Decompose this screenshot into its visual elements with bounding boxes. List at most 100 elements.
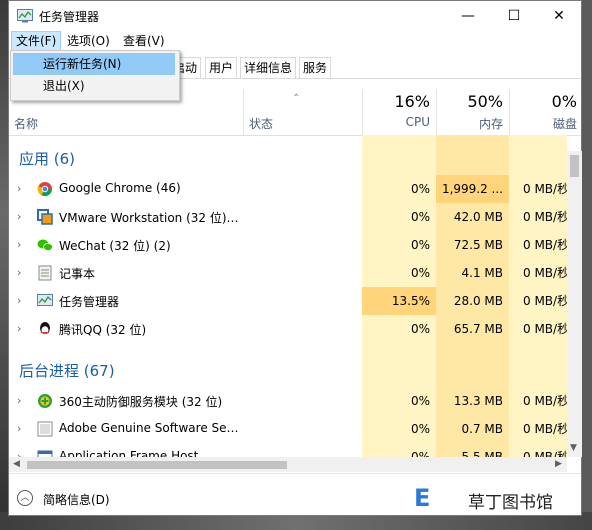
process-row[interactable]: › Adobe Genuine Software Ser... 0% 0.7 MB 0 … [9, 415, 567, 443]
fewer-details-button[interactable]: 简略信息(D) [43, 491, 110, 508]
disk-cell [509, 347, 567, 387]
process-row[interactable]: › Google Chrome (46) 0% 1,999.2 ... 0 MB/秒 [9, 175, 567, 203]
process-name: Google Chrome (46) [59, 181, 181, 195]
sort-caret-icon: ⌃ [292, 93, 301, 104]
column-divider [243, 89, 244, 135]
app-frame-icon [37, 450, 53, 457]
chevron-up-icon[interactable]: ︿ [17, 490, 33, 506]
memory-cell: 0.7 MB [436, 415, 509, 443]
process-name: WeChat (32 位) (2) [59, 239, 171, 253]
watermark-text: 草丁图书馆 [468, 493, 553, 513]
vertical-scrollbar[interactable]: ▼ [567, 151, 582, 457]
title-bar[interactable]: 任务管理器 — ☐ ✕ [9, 1, 581, 31]
chevron-right-icon[interactable]: › [17, 422, 21, 435]
process-row[interactable]: › WeChat (32 位) (2) 0% 72.5 MB 0 MB/秒 [9, 231, 567, 259]
exit-item[interactable]: 退出(X) [13, 75, 175, 97]
process-name: Adobe Genuine Software Ser... [59, 421, 239, 435]
memory-cell: 4.1 MB [436, 259, 509, 287]
horizontal-scrollbar[interactable]: ◀ ▶ [9, 457, 567, 472]
process-name: 任务管理器 [59, 295, 120, 309]
close-button[interactable]: ✕ [536, 1, 582, 31]
cpu-cell [362, 135, 436, 175]
cpu-cell: 0% [362, 315, 436, 343]
minimize-icon: — [461, 8, 475, 24]
cpu-cell: 0% [362, 387, 436, 415]
scroll-left-icon[interactable]: ◀ [13, 459, 20, 469]
cpu-percent: 16% [394, 92, 430, 111]
360-icon [38, 394, 52, 408]
memory-cell: 5.5 MB [436, 443, 509, 457]
tab-details[interactable]: 详细信息 [240, 57, 297, 78]
menu-file[interactable]: 文件(F) [11, 31, 62, 51]
process-row[interactable]: › VMware Workstation (32 位) ... 0% 42.0 MB 0… [9, 203, 567, 231]
chevron-right-icon[interactable]: › [17, 294, 21, 307]
group-header[interactable]: 后台进程 (67) [9, 347, 567, 387]
chevron-right-icon[interactable]: › [17, 450, 21, 457]
column-name[interactable]: 名称 [14, 115, 38, 132]
scroll-right-icon[interactable]: ▶ [555, 459, 562, 469]
chevron-right-icon[interactable]: › [17, 238, 21, 251]
qq-icon [40, 322, 50, 334]
column-status[interactable]: 状态 [249, 115, 273, 132]
process-row[interactable]: › 360主动防御服务模块 (32 位) 0% 13.3 MB 0 MB/秒 [9, 387, 567, 415]
disk-cell [509, 135, 567, 175]
memory-percent: 50% [467, 92, 503, 111]
cpu-cell: 13.5% [362, 287, 436, 315]
disk-cell: 0 MB/秒 [509, 315, 567, 343]
memory-cell [436, 347, 509, 387]
menu-options[interactable]: 选项(O) [63, 32, 114, 50]
scroll-down-icon[interactable]: ▼ [570, 443, 577, 453]
memory-cell: 42.0 MB [436, 203, 509, 231]
close-icon: ✕ [553, 8, 565, 24]
chevron-right-icon[interactable]: › [17, 210, 21, 223]
disk-cell: 0 MB/秒 [509, 175, 567, 203]
process-name: 腾讯QQ (32 位) [59, 323, 147, 337]
disk-percent: 0% [551, 92, 577, 111]
maximize-icon: ☐ [507, 8, 521, 24]
disk-cell: 0 MB/秒 [509, 415, 567, 443]
vertical-scroll-thumb[interactable] [570, 155, 579, 177]
chevron-right-icon[interactable]: › [17, 266, 21, 279]
chrome-icon [37, 182, 52, 196]
column-disk[interactable]: 磁盘 [511, 115, 577, 132]
horizontal-scroll-thumb[interactable] [27, 461, 287, 469]
cpu-cell: 0% [362, 175, 436, 203]
maximize-button[interactable]: ☐ [491, 1, 537, 31]
disk-cell: 0 MB/秒 [509, 443, 567, 457]
cpu-cell: 0% [362, 231, 436, 259]
process-name: 360主动防御服务模块 (32 位) [59, 395, 223, 409]
group-title: 应用 (6) [19, 150, 76, 168]
group-header[interactable]: 应用 (6) [9, 135, 567, 175]
chevron-right-icon[interactable]: › [17, 322, 21, 335]
chevron-right-icon[interactable]: › [17, 394, 21, 407]
vmware-icon [37, 209, 53, 225]
memory-cell: 28.0 MB [436, 287, 509, 315]
memory-cell [436, 135, 509, 175]
minimize-button[interactable]: — [445, 1, 491, 31]
column-divider [509, 89, 510, 135]
cpu-cell: 0% [362, 259, 436, 287]
tab-services[interactable]: 服务 [299, 57, 332, 78]
memory-cell: 65.7 MB [436, 315, 509, 343]
watermark-logo: E [414, 484, 430, 512]
task-manager-icon [17, 9, 33, 23]
run-new-task-item[interactable]: 运行新任务(N) [13, 53, 175, 75]
column-divider [362, 89, 363, 135]
process-name: Application Frame Host [59, 449, 199, 457]
menu-view[interactable]: 查看(V) [119, 32, 169, 50]
cpu-cell: 0% [362, 443, 436, 457]
memory-cell: 13.3 MB [436, 387, 509, 415]
window-title: 任务管理器 [39, 10, 100, 24]
tab-users[interactable]: 用户 [205, 57, 238, 78]
process-name: 记事本 [59, 267, 96, 281]
process-row[interactable]: › Application Frame Host 0% 5.5 MB 0 MB/秒 [9, 443, 567, 457]
column-memory[interactable]: 内存 [437, 115, 503, 132]
process-row[interactable]: › 腾讯QQ (32 位) 0% 65.7 MB 0 MB/秒 [9, 315, 567, 343]
column-cpu[interactable]: CPU [364, 115, 430, 129]
process-row[interactable]: › 任务管理器 13.5% 28.0 MB 0 MB/秒 [9, 287, 567, 315]
chevron-right-icon[interactable]: › [17, 182, 21, 195]
wechat-icon [37, 239, 53, 252]
memory-cell: 72.5 MB [436, 231, 509, 259]
disk-cell: 0 MB/秒 [509, 287, 567, 315]
process-row[interactable]: › 记事本 0% 4.1 MB 0 MB/秒 [9, 259, 567, 287]
